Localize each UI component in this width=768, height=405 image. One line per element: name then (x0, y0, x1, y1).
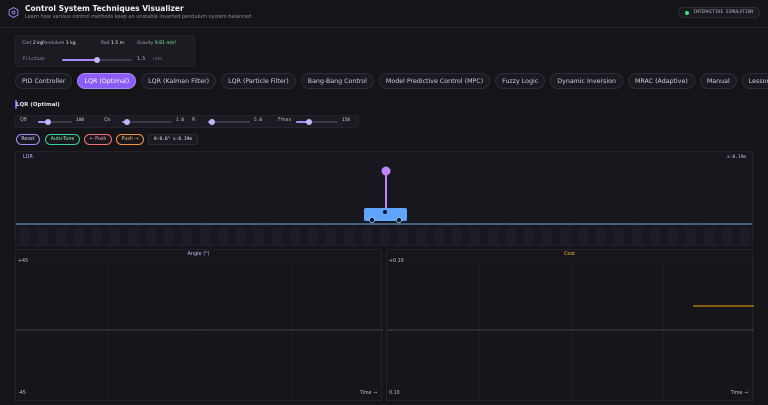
gain-sliders-panel: Qθ 100 Qx 1.0 R 5.0 Fmax 150 (15, 115, 359, 128)
gain-value: 1.0 (176, 118, 185, 123)
reset-button[interactable]: Reset (16, 134, 40, 145)
gain-label: Fmax (278, 118, 292, 123)
tab-fuzzy-logic[interactable]: Fuzzy Logic (495, 73, 546, 89)
cost-plot-canvas (387, 259, 754, 402)
cart-wheel-right (395, 217, 402, 224)
gain-slider-thumb[interactable] (209, 119, 216, 125)
gain-label: R (192, 118, 196, 123)
cart-wheel-left (368, 217, 375, 224)
app-subtitle: Learn how various control methods keep a… (25, 14, 252, 20)
simulation-label: LQR (23, 155, 33, 160)
gain-label: Qx (104, 118, 111, 123)
ground-ticks (20, 228, 750, 244)
cost-plot-ymax: +0.10 (389, 259, 404, 264)
push-left-button[interactable]: ← Push (84, 134, 112, 145)
physical-parameters-panel: Cart 2 kg Pendulum 1 kg Rod 1.5 m Gravit… (15, 35, 195, 67)
tab-lqr-kalman-filter[interactable]: LQR (Kalman Filter) (141, 73, 217, 89)
gain-slider-track[interactable] (296, 119, 338, 125)
pendulum-bob (381, 166, 391, 176)
state-readout: θ:0.0° x:0.19m (148, 134, 198, 145)
plots-area: Angle (°) +45 -45 Time → Cost +0.10 0.10… (15, 249, 754, 405)
friction-slider-fill (62, 59, 97, 61)
hexagon-logo-icon (8, 7, 19, 18)
tab-bang-bang-control[interactable]: Bang-Bang Control (300, 73, 374, 89)
app-title: Control System Techniques Visualizer (25, 4, 184, 13)
cost-plot-ymin: 0.10 (389, 391, 400, 396)
cost-plot: Cost +0.10 0.10 Time → (386, 249, 754, 402)
app-header: Control System Techniques Visualizer Lea… (0, 0, 768, 28)
param-cart: Cart 2 kg (22, 41, 43, 46)
param-pendulum: Pendulum 1 kg (42, 41, 76, 46)
param-rod: Rod 1.5 m (101, 41, 124, 46)
gain-value: 150 (342, 118, 351, 123)
auto-tune-button[interactable]: Auto-Tune (45, 134, 80, 145)
friction-value: 1.5 (137, 57, 146, 62)
pendulum-mass-value: 1 kg (65, 41, 76, 46)
friction-slider[interactable] (62, 57, 132, 63)
gain-slider-thumb[interactable] (124, 119, 130, 125)
gain-label: Qθ (20, 118, 27, 123)
tab-lessons[interactable]: Lessons (741, 73, 768, 89)
angle-plot-canvas (16, 259, 383, 402)
controller-tabs: PID Controller LQR (Optimal) LQR (Kalman F… (15, 73, 768, 89)
status-dot-icon (685, 10, 690, 15)
gain-slider-track[interactable] (122, 119, 172, 125)
angle-plot-xlabel: Time → (359, 391, 377, 396)
tab-pid-controller[interactable]: PID Controller (15, 73, 73, 89)
simulation-badge: INTERACTIVE SIMULATION (678, 7, 760, 18)
angle-plot-ymax: +45 (18, 259, 29, 264)
tab-lqr-particle-filter[interactable]: LQR (Particle Filter) (221, 73, 296, 89)
cost-plot-xlabel: Time → (730, 391, 748, 396)
friction-unit: rate (153, 57, 163, 62)
gain-value: 100 (76, 118, 85, 123)
tab-lqr-optimal[interactable]: LQR (Optimal) (77, 73, 137, 89)
simulation-canvas[interactable]: LQR x:0.19m (15, 151, 753, 246)
friction-label: Friction (23, 57, 45, 62)
angle-plot-title: Angle (°) (187, 251, 210, 257)
tab-dynamic-inversion[interactable]: Dynamic Inversion (550, 73, 623, 89)
gain-slider-thumb[interactable] (45, 119, 52, 125)
gravity-value: 9.81 m/s² (154, 41, 177, 46)
simulation-scene (16, 152, 752, 245)
angle-plot: Angle (°) +45 -45 Time → (15, 249, 383, 402)
friction-slider-thumb[interactable] (94, 57, 100, 63)
param-gravity: Gravity 9.81 m/s² (137, 41, 177, 46)
gain-slider-track[interactable] (38, 119, 72, 125)
tab-manual[interactable]: Manual (699, 73, 737, 89)
gain-value: 5.0 (254, 118, 263, 123)
push-right-button[interactable]: Push → (116, 134, 144, 145)
badge-label: INTERACTIVE SIMULATION (693, 10, 753, 15)
controller-name: LQR (Optimal) (16, 102, 60, 108)
cart-position: x:0.19m (727, 155, 746, 160)
gain-slider-thumb[interactable] (305, 119, 312, 125)
cart-pivot (383, 210, 387, 214)
cost-plot-title: Cost (563, 251, 576, 257)
tab-model-predictive-control-mpc[interactable]: Model Predictive Control (MPC) (378, 73, 491, 89)
angle-plot-ymin: -45 (18, 391, 26, 396)
tab-mrac-adaptive[interactable]: MRAC (Adaptive) (627, 73, 695, 89)
rod-length-value: 1.5 m (110, 41, 124, 46)
gain-slider-track[interactable] (208, 119, 250, 125)
